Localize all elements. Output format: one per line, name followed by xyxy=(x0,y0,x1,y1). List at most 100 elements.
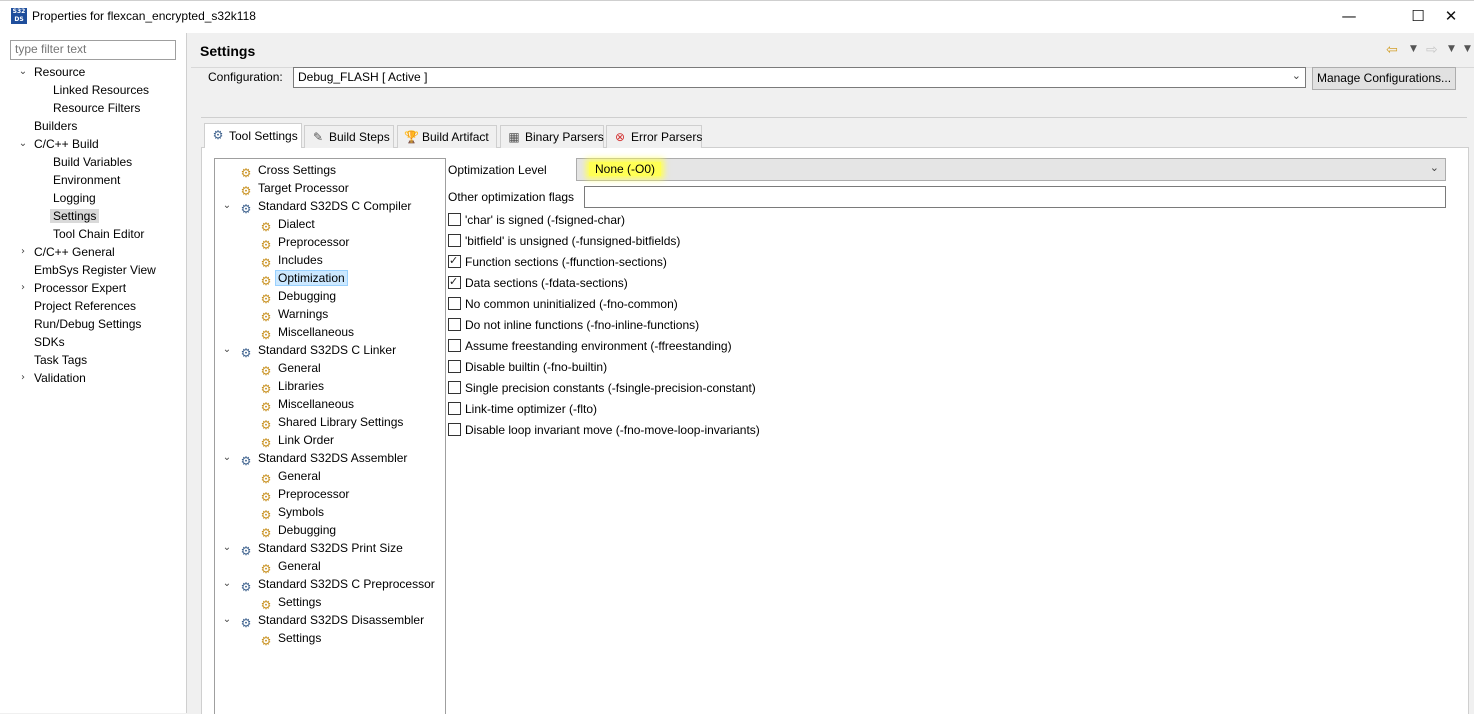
nav-item-builders[interactable]: Builders xyxy=(34,117,77,135)
nav-item-resource[interactable]: ⌄ Resource xyxy=(19,63,86,81)
tree-item-standard-s32ds-c-preprocessor[interactable]: ⌄ ⚙ Standard S32DS C Preprocessor xyxy=(223,575,435,594)
option-checkbox-row[interactable]: Assume freestanding environment (-ffrees… xyxy=(448,338,732,354)
tree-item-standard-s32ds-print-size[interactable]: ⌄ ⚙ Standard S32DS Print Size xyxy=(223,539,403,558)
settings-folder-icon: ⚙ xyxy=(260,526,272,540)
option-checkbox-row[interactable]: 'char' is signed (-fsigned-char) xyxy=(448,212,625,228)
chevron-right-icon[interactable]: › xyxy=(17,369,29,387)
filter-input[interactable] xyxy=(11,41,174,57)
chevron-down-icon[interactable]: ⌄ xyxy=(221,341,233,359)
nav-item-task-tags[interactable]: Task Tags xyxy=(34,351,87,369)
tree-item-miscellaneous[interactable]: ⚙ Miscellaneous xyxy=(259,323,354,342)
back-menu-chevron-icon[interactable]: ▼ xyxy=(1410,44,1417,54)
chevron-down-icon[interactable]: ⌄ xyxy=(221,575,233,593)
chevron-down-icon[interactable]: ⌄ xyxy=(221,449,233,467)
nav-item-project-references[interactable]: Project References xyxy=(34,297,136,315)
nav-item-c-c-general[interactable]: › C/C++ General xyxy=(21,243,115,261)
tab-error-parsers[interactable]: ⊗ Error Parsers xyxy=(606,125,702,148)
tab-build-artifact[interactable]: 🏆 Build Artifact xyxy=(397,125,497,148)
tree-item-standard-s32ds-assembler[interactable]: ⌄ ⚙ Standard S32DS Assembler xyxy=(223,449,408,468)
chevron-down-icon[interactable]: ⌄ xyxy=(17,63,29,81)
tree-item-general[interactable]: ⚙ General xyxy=(259,359,321,378)
option-checkbox-row[interactable]: ✓ Function sections (-ffunction-sections) xyxy=(448,254,667,270)
nav-item-run-debug-settings[interactable]: Run/Debug Settings xyxy=(34,315,141,333)
option-checkbox-row[interactable]: Single precision constants (-fsingle-pre… xyxy=(448,380,756,396)
checkbox-unchecked[interactable] xyxy=(448,423,461,436)
tree-item-miscellaneous[interactable]: ⚙ Miscellaneous xyxy=(259,395,355,414)
tree-item-target-processor[interactable]: ⚙ Target Processor xyxy=(239,179,349,198)
other-flags-input[interactable] xyxy=(584,186,1446,208)
tree-item-general[interactable]: ⚙ General xyxy=(259,467,321,486)
tree-item-includes[interactable]: ⚙ Includes xyxy=(259,251,323,270)
close-button[interactable]: ✕ xyxy=(1428,0,1474,33)
option-checkbox-row[interactable]: ✓ Data sections (-fdata-sections) xyxy=(448,275,628,291)
nav-item-logging[interactable]: Logging xyxy=(53,189,96,207)
chevron-down-icon[interactable]: ⌄ xyxy=(221,197,233,215)
option-checkbox-row[interactable]: 'bitfield' is unsigned (-funsigned-bitfi… xyxy=(448,233,680,249)
checkbox-checked[interactable]: ✓ xyxy=(448,254,461,268)
tab-build-steps[interactable]: ✎ Build Steps xyxy=(304,125,394,148)
nav-item-validation[interactable]: › Validation xyxy=(21,369,86,387)
checkbox-unchecked[interactable] xyxy=(448,402,461,415)
window-top-border xyxy=(0,0,1474,1)
chevron-down-icon[interactable]: ⌄ xyxy=(17,135,29,153)
chevron-down-icon[interactable]: ⌄ xyxy=(221,539,233,557)
checkbox-unchecked[interactable] xyxy=(448,297,461,310)
tree-item-standard-s32ds-c-linker[interactable]: ⌄ ⚙ Standard S32DS C Linker xyxy=(223,341,396,360)
option-checkbox-row[interactable]: Link-time optimizer (-flto) xyxy=(448,401,597,417)
tree-item-standard-s32ds-disassembler[interactable]: ⌄ ⚙ Standard S32DS Disassembler xyxy=(223,611,424,630)
checkbox-unchecked[interactable] xyxy=(448,234,461,247)
forward-menu-chevron-icon[interactable]: ▼ xyxy=(1448,44,1455,54)
tree-item-warnings[interactable]: ⚙ Warnings xyxy=(259,305,329,324)
checkbox-unchecked[interactable] xyxy=(448,381,461,394)
tree-item-preprocessor[interactable]: ⚙ Preprocessor xyxy=(259,233,350,252)
tree-item-settings[interactable]: ⚙ Settings xyxy=(259,629,322,648)
nav-item-settings[interactable]: Settings xyxy=(50,207,100,225)
nav-item-c-c-build[interactable]: ⌄ C/C++ Build xyxy=(19,135,99,153)
tree-item-libraries[interactable]: ⚙ Libraries xyxy=(259,377,324,396)
tab-tool-settings[interactable]: ⚙ Tool Settings xyxy=(204,123,302,148)
view-menu-icon[interactable]: ▼ xyxy=(1464,44,1471,54)
chevron-right-icon[interactable]: › xyxy=(17,243,29,261)
option-checkbox-row[interactable]: Disable loop invariant move (-fno-move-l… xyxy=(448,422,760,438)
option-checkbox-row[interactable]: No common uninitialized (-fno-common) xyxy=(448,296,678,312)
tree-item-standard-s32ds-c-compiler[interactable]: ⌄ ⚙ Standard S32DS C Compiler xyxy=(223,197,412,216)
option-checkbox-row[interactable]: Do not inline functions (-fno-inline-fun… xyxy=(448,317,699,333)
nav-item-processor-expert[interactable]: › Processor Expert xyxy=(21,279,126,297)
tree-item-symbols[interactable]: ⚙ Symbols xyxy=(259,503,324,522)
chevron-right-icon[interactable]: › xyxy=(17,279,29,297)
configuration-select[interactable]: Debug_FLASH [ Active ] ⌄ xyxy=(293,67,1306,88)
filter-box[interactable] xyxy=(10,40,176,60)
tree-item-label: Miscellaneous xyxy=(278,397,355,411)
manage-configurations-button[interactable]: Manage Configurations... xyxy=(1312,67,1456,90)
checkbox-unchecked[interactable] xyxy=(448,360,461,373)
checkbox-unchecked[interactable] xyxy=(448,339,461,352)
checkbox-unchecked[interactable] xyxy=(448,213,461,226)
nav-item-embsys-register-view[interactable]: EmbSys Register View xyxy=(34,261,156,279)
nav-item-build-variables[interactable]: Build Variables xyxy=(53,153,132,171)
option-checkbox-row[interactable]: Disable builtin (-fno-builtin) xyxy=(448,359,607,375)
tree-item-link-order[interactable]: ⚙ Link Order xyxy=(259,431,334,450)
back-arrow-icon[interactable]: ⇦ xyxy=(1386,42,1398,58)
checkbox-unchecked[interactable] xyxy=(448,318,461,331)
nav-item-sdks[interactable]: SDKs xyxy=(34,333,65,351)
tree-item-dialect[interactable]: ⚙ Dialect xyxy=(259,215,315,234)
optimization-level-select[interactable]: None (-O0) ⌄ xyxy=(576,158,1446,181)
tree-item-general[interactable]: ⚙ General xyxy=(259,557,321,576)
tree-item-debugging[interactable]: ⚙ Debugging xyxy=(259,521,336,540)
tree-item-optimization[interactable]: ⚙ Optimization xyxy=(259,269,348,288)
minimize-button[interactable]: — xyxy=(1326,0,1372,33)
tree-item-settings[interactable]: ⚙ Settings xyxy=(259,593,322,612)
tree-item-debugging[interactable]: ⚙ Debugging xyxy=(259,287,336,306)
chevron-down-icon[interactable]: ⌄ xyxy=(221,611,233,629)
nav-item-linked-resources[interactable]: Linked Resources xyxy=(53,81,149,99)
tab-binary-parsers[interactable]: ▦ Binary Parsers xyxy=(500,125,604,148)
nav-item-tool-chain-editor[interactable]: Tool Chain Editor xyxy=(53,225,144,243)
checkbox-checked[interactable]: ✓ xyxy=(448,275,461,289)
tree-item-cross-settings[interactable]: ⚙ Cross Settings xyxy=(239,161,336,180)
tree-item-preprocessor[interactable]: ⚙ Preprocessor xyxy=(259,485,350,504)
tree-item-shared-library-settings[interactable]: ⚙ Shared Library Settings xyxy=(259,413,404,432)
nav-item-label: Environment xyxy=(53,173,121,187)
forward-arrow-icon[interactable]: ⇨ xyxy=(1426,42,1438,58)
nav-item-environment[interactable]: Environment xyxy=(53,171,120,189)
nav-item-resource-filters[interactable]: Resource Filters xyxy=(53,99,140,117)
